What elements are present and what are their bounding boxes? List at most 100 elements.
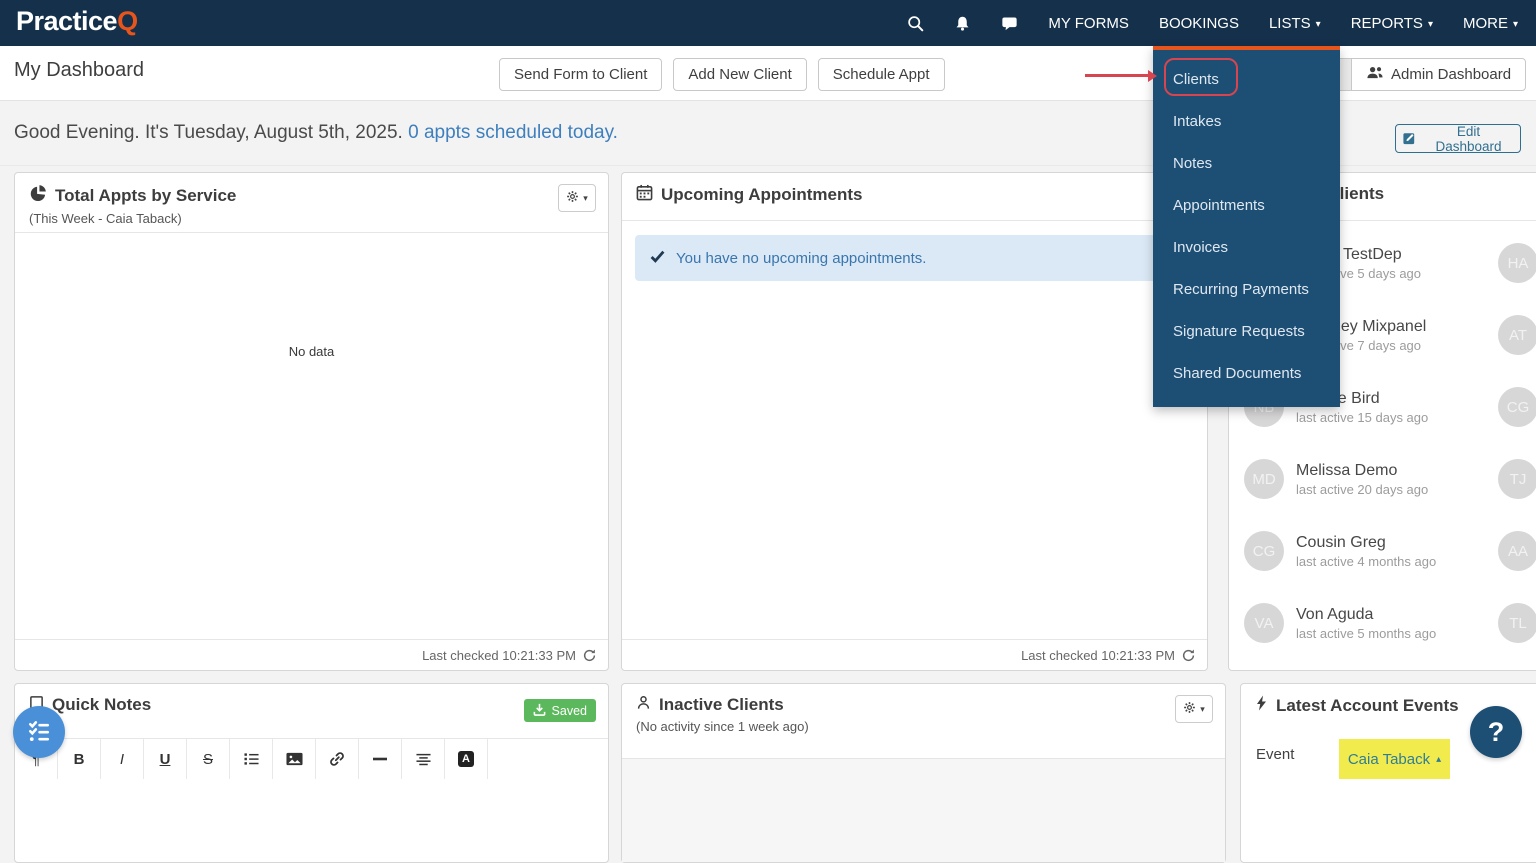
users-icon — [1366, 65, 1383, 84]
toolbar-bold-button[interactable]: B — [58, 739, 101, 779]
header-actions: Send Form to Client Add New Client Schedul… — [499, 58, 945, 91]
card-title-text: Quick Notes — [52, 695, 152, 714]
annotation-box-clients — [1164, 58, 1238, 96]
annotation-arrow — [1085, 69, 1157, 82]
card-title: Total Appts by Service — [29, 184, 594, 207]
client-list-item[interactable]: CG Cousin Greg last active 4 months ago AA — [1229, 515, 1536, 587]
toolbar-unordered-list-button[interactable] — [230, 739, 273, 779]
menu-item-signature-requests[interactable]: Signature Requests — [1153, 311, 1340, 353]
navbar-menu: MY FORMS BOOKINGS LISTS ▾ REPORTS ▾ MORE ▾ — [907, 0, 1518, 46]
card-title-text: Latest Account Events — [1276, 695, 1459, 715]
event-column-header: Event — [1256, 746, 1295, 763]
chevron-up-icon: ▴ — [1436, 753, 1442, 765]
chevron-down-icon: ▾ — [583, 192, 588, 203]
card-title: Upcoming Appointments — [636, 184, 1193, 206]
brand-logo[interactable]: PracticeQ — [16, 6, 138, 37]
toolbar-italic-button[interactable]: I — [101, 739, 144, 779]
menu-item-notes[interactable]: Notes — [1153, 143, 1340, 185]
client-last-active: last active 20 days ago — [1296, 481, 1429, 497]
avatar: AA — [1498, 531, 1536, 571]
avatar: CG — [1244, 531, 1284, 571]
add-new-client-button[interactable]: Add New Client — [673, 58, 807, 91]
chat-icon[interactable] — [1001, 15, 1018, 32]
card-header: Inactive Clients (No activity since 1 we… — [622, 684, 1225, 746]
client-name[interactable]: Von Aguda — [1296, 606, 1436, 624]
menu-item-shared-documents[interactable]: Shared Documents — [1153, 353, 1340, 395]
toolbar-image-button[interactable] — [273, 739, 316, 779]
card-quick-notes: Quick Notes Saved ¶ B I U S A — [14, 683, 609, 863]
menu-item-recurring-payments[interactable]: Recurring Payments — [1153, 269, 1340, 311]
last-checked-text: Last checked 10:21:33 PM — [422, 647, 576, 663]
toolbar-link-button[interactable] — [316, 739, 359, 779]
bell-icon[interactable] — [954, 15, 971, 32]
pencil-square-icon — [1402, 130, 1417, 148]
avatar: HA — [1498, 243, 1536, 283]
appts-today-link[interactable]: 0 appts scheduled today. — [408, 122, 618, 143]
client-name[interactable]: Melissa Demo — [1296, 462, 1428, 480]
tasks-floating-button[interactable] — [13, 706, 65, 758]
schedule-appt-button[interactable]: Schedule Appt — [817, 58, 945, 91]
card-upcoming-appointments: Upcoming Appointments You have no upcomi… — [621, 172, 1208, 671]
card-settings-button[interactable]: ▾ — [1175, 695, 1213, 723]
person-icon — [636, 695, 651, 715]
menu-item-invoices[interactable]: Invoices — [1153, 227, 1340, 269]
checklist-icon — [25, 717, 53, 748]
lightning-icon — [1255, 695, 1268, 716]
client-list-item[interactable]: VA Von Aguda last active 5 months ago TL — [1229, 587, 1536, 659]
card-subtitle: (This Week - Caia Taback) — [29, 211, 182, 226]
brand-text: Practice — [16, 6, 118, 36]
card-footer: Last checked 10:21:33 PM — [622, 639, 1207, 670]
toolbar-horizontal-rule-button[interactable] — [359, 739, 402, 779]
nav-item-my-forms[interactable]: MY FORMS — [1048, 15, 1129, 32]
avatar: TL — [1498, 603, 1536, 643]
edit-dashboard-button[interactable]: Edit Dashboard — [1395, 123, 1521, 154]
card-header: Total Appts by Service (This Week - Caia… — [15, 173, 608, 233]
alert-text: You have no upcoming appointments. — [676, 249, 927, 267]
lists-dropdown-menu: Clients Intakes Notes Appointments Invoices R… — [1153, 46, 1340, 407]
toolbar-text-style-button[interactable]: A — [445, 739, 488, 779]
client-text: Von Aguda last active 5 months ago — [1296, 606, 1436, 641]
refresh-icon[interactable] — [1182, 648, 1195, 662]
admin-dashboard-button[interactable]: Admin Dashboard — [1351, 58, 1527, 91]
avatar: MD — [1244, 459, 1284, 499]
chart-empty-text: No data — [288, 344, 335, 359]
toolbar-underline-button[interactable]: U — [144, 739, 187, 779]
nav-item-more[interactable]: MORE ▾ — [1463, 15, 1518, 32]
card-header: Quick Notes Saved — [15, 684, 608, 739]
client-name[interactable]: Cousin Greg — [1296, 534, 1436, 552]
toolbar-strikethrough-button[interactable]: S — [187, 739, 230, 779]
help-floating-button[interactable]: ? — [1470, 706, 1522, 758]
admin-dashboard-label: Admin Dashboard — [1391, 66, 1512, 83]
card-title-text: Inactive Clients — [659, 695, 784, 714]
chevron-down-icon: ▾ — [1427, 18, 1433, 30]
nav-item-bookings[interactable]: BOOKINGS — [1159, 15, 1239, 32]
toolbar-align-center-button[interactable] — [402, 739, 445, 779]
menu-item-appointments[interactable]: Appointments — [1153, 185, 1340, 227]
card-title-text: Total Appts by Service — [55, 185, 237, 205]
menu-item-intakes[interactable]: Intakes — [1153, 101, 1340, 143]
save-icon — [533, 703, 546, 719]
card-subtitle: (No activity since 1 week ago) — [636, 719, 809, 734]
edit-dashboard-label: Edit Dashboard — [1435, 123, 1502, 154]
saved-label: Saved — [551, 703, 587, 718]
last-checked-text: Last checked 10:21:33 PM — [1021, 647, 1175, 663]
search-icon[interactable] — [907, 15, 924, 32]
client-list-item[interactable]: MD Melissa Demo last active 20 days ago TJ — [1229, 443, 1536, 515]
user-filter-dropdown[interactable]: Caia Taback ▴ — [1339, 739, 1450, 779]
chevron-down-icon: ▾ — [1200, 703, 1205, 714]
chevron-down-icon: ▾ — [1315, 18, 1321, 30]
chevron-down-icon: ▾ — [1512, 18, 1518, 30]
check-icon — [650, 250, 665, 267]
card-settings-button[interactable]: ▾ — [558, 184, 596, 212]
gear-icon — [1183, 701, 1196, 717]
saved-status-badge: Saved — [523, 699, 596, 722]
nav-item-lists[interactable]: LISTS ▾ — [1269, 15, 1321, 32]
refresh-icon[interactable] — [583, 648, 596, 662]
card-header: Upcoming Appointments — [622, 173, 1207, 221]
avatar: TJ — [1498, 459, 1536, 499]
nav-item-reports[interactable]: REPORTS ▾ — [1351, 15, 1433, 32]
send-form-to-client-button[interactable]: Send Form to Client — [499, 58, 663, 91]
greeting-message: Good Evening. It's Tuesday, August 5th, … — [14, 122, 403, 143]
brand-accent: Q — [117, 6, 138, 36]
calendar-icon — [636, 184, 653, 206]
